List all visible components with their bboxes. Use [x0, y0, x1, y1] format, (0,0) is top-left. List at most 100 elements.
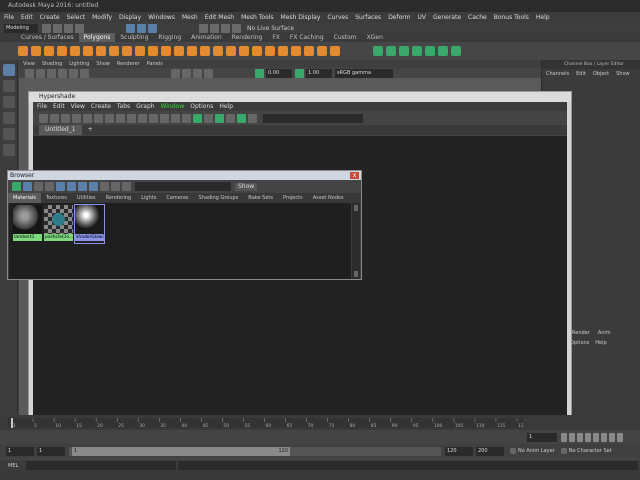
menu-edit-mesh[interactable]: Edit Mesh [205, 14, 234, 21]
separate-icon[interactable] [135, 46, 145, 56]
bridge-icon[interactable] [200, 46, 210, 56]
hypershade-menu-edit[interactable]: Edit [53, 103, 65, 110]
filter-icon[interactable] [204, 113, 213, 123]
browser-tab-utilities[interactable]: Utilities [72, 193, 101, 203]
lower-tab-render[interactable]: Render [572, 330, 590, 336]
lower-menu-options[interactable]: Options [570, 340, 589, 346]
custom-view-icon[interactable] [149, 113, 158, 123]
shelf-tab-fx[interactable]: FX [267, 33, 285, 42]
rearrange-icon[interactable] [105, 113, 114, 123]
step-back-key-icon[interactable] [569, 432, 575, 442]
snap-toggle-icon[interactable] [182, 113, 191, 123]
list-view-icon[interactable] [34, 182, 43, 191]
swatch-toggle-icon[interactable] [160, 113, 169, 123]
live-surface-label[interactable]: No Live Surface [247, 25, 294, 32]
browser-search-field[interactable] [135, 182, 231, 191]
snap-curve-icon[interactable] [210, 23, 219, 33]
graph-output-icon[interactable] [50, 113, 59, 123]
poly-cone-icon[interactable] [57, 46, 67, 56]
lights-icon[interactable] [204, 68, 213, 78]
shelf-tab-curves-surfaces[interactable]: Curves / Surfaces [16, 33, 79, 42]
shelf-tab-sculpting[interactable]: Sculpting [115, 33, 153, 42]
mirror-icon[interactable] [174, 46, 184, 56]
lower-menu-help[interactable]: Help [595, 340, 606, 346]
shelf-tab-polygons[interactable]: Polygons [78, 33, 116, 42]
viewport-menu-shading[interactable]: Shading [42, 61, 62, 67]
hypershade-search-field[interactable] [263, 113, 363, 123]
material-swatch[interactable]: shaderGlow1 [74, 204, 105, 244]
browser-scrollbar[interactable] [352, 203, 360, 279]
go-start-icon[interactable] [561, 432, 567, 442]
uv-auto-icon[interactable] [386, 46, 396, 56]
insert-edgeloop-icon[interactable] [265, 46, 275, 56]
uv-layout-icon[interactable] [412, 46, 422, 56]
film-gate-icon[interactable] [69, 68, 78, 78]
target-weld-icon[interactable] [252, 46, 262, 56]
menu-surfaces[interactable]: Surfaces [355, 14, 381, 21]
close-icon[interactable]: x [350, 172, 359, 179]
snap-point-icon[interactable] [221, 23, 230, 33]
shelf-tab-fx-caching[interactable]: FX Caching [285, 33, 329, 42]
graph-input-icon[interactable] [39, 113, 48, 123]
bookmark-graph-icon[interactable] [215, 113, 224, 123]
poly-sphere-icon[interactable] [18, 46, 28, 56]
time-ruler[interactable]: 1 5 10 15 20 25 30 35 40 45 50 55 60 65 70 75 80 85 90 95 10… [8, 418, 523, 428]
paint-select-tool-icon[interactable] [3, 96, 15, 108]
select-tool-icon[interactable] [3, 64, 15, 76]
browser-tab-rendering[interactable]: Rendering [101, 193, 137, 203]
material-swatch[interactable]: lambert1 [13, 205, 42, 243]
hypershade-menu-file[interactable]: File [37, 103, 47, 110]
gamma-icon[interactable] [295, 68, 304, 78]
uv-editor-icon[interactable] [451, 46, 461, 56]
snap-grid-icon[interactable] [199, 23, 208, 33]
range-slider-handle[interactable]: 1 120 [72, 446, 290, 456]
menu-create[interactable]: Create [40, 14, 60, 21]
menu-cache[interactable]: Cache [468, 14, 487, 21]
menu-curves[interactable]: Curves [327, 14, 348, 21]
quad-draw-icon[interactable] [291, 46, 301, 56]
menu-generate[interactable]: Generate [433, 14, 461, 21]
shader-icon[interactable] [12, 182, 21, 191]
viewport-menu-panels[interactable]: Panels [147, 61, 163, 67]
hypershade-menu-view[interactable]: View [71, 103, 85, 110]
snap-surface-icon[interactable] [232, 23, 241, 33]
poly-plane-icon[interactable] [83, 46, 93, 56]
browser-tab-cameras[interactable]: Cameras [161, 193, 193, 203]
browser-tab-textures[interactable]: Textures [41, 193, 72, 203]
shelf-tab-custom[interactable]: Custom [329, 33, 362, 42]
poly-disc-icon[interactable] [96, 46, 106, 56]
go-end-icon[interactable] [617, 432, 623, 442]
start-time-field[interactable]: 1 [6, 446, 34, 456]
full-view-icon[interactable] [138, 113, 147, 123]
scrollbar-down-arrow[interactable] [354, 271, 358, 277]
uv-planar-icon[interactable] [373, 46, 383, 56]
channel-menu-edit[interactable]: Edit [576, 71, 586, 77]
add-tab-button[interactable]: + [82, 125, 99, 135]
anim-end-field[interactable]: 200 [476, 446, 504, 456]
uv-sew-icon[interactable] [438, 46, 448, 56]
harden-edge-icon[interactable] [330, 46, 340, 56]
exposure-field[interactable]: 0.00 [266, 68, 292, 78]
browser-tab-asset-nodes[interactable]: Asset Nodes [308, 193, 349, 203]
menu-bonus-tools[interactable]: Bonus Tools [494, 14, 529, 21]
select-hierarchy-icon[interactable] [126, 23, 135, 33]
browser-tab-bake-sets[interactable]: Bake Sets [243, 193, 278, 203]
anim-layer-dropdown[interactable]: No Anim Layer [518, 448, 555, 454]
large-icons-icon[interactable] [78, 182, 87, 191]
frame-selected-icon[interactable] [237, 113, 246, 123]
current-frame-marker[interactable] [11, 418, 13, 428]
bevel-icon[interactable] [213, 46, 223, 56]
shelf-tab-rigging[interactable]: Rigging [153, 33, 186, 42]
scrollbar-up-arrow[interactable] [354, 205, 358, 211]
menu-file[interactable]: File [4, 14, 14, 21]
shelf-tab-rendering[interactable]: Rendering [227, 33, 268, 42]
hypershade-menu-help[interactable]: Help [219, 103, 233, 110]
channel-menu-object[interactable]: Object [593, 71, 609, 77]
scale-tool-icon[interactable] [3, 144, 15, 156]
material-swatch[interactable]: particleClo... [44, 205, 73, 243]
channel-menu-show[interactable]: Show [616, 71, 630, 77]
browser-tab-projects[interactable]: Projects [278, 193, 308, 203]
medium-icons-icon[interactable] [67, 182, 76, 191]
folder-icon[interactable] [42, 23, 51, 33]
menu-help[interactable]: Help [536, 14, 550, 21]
